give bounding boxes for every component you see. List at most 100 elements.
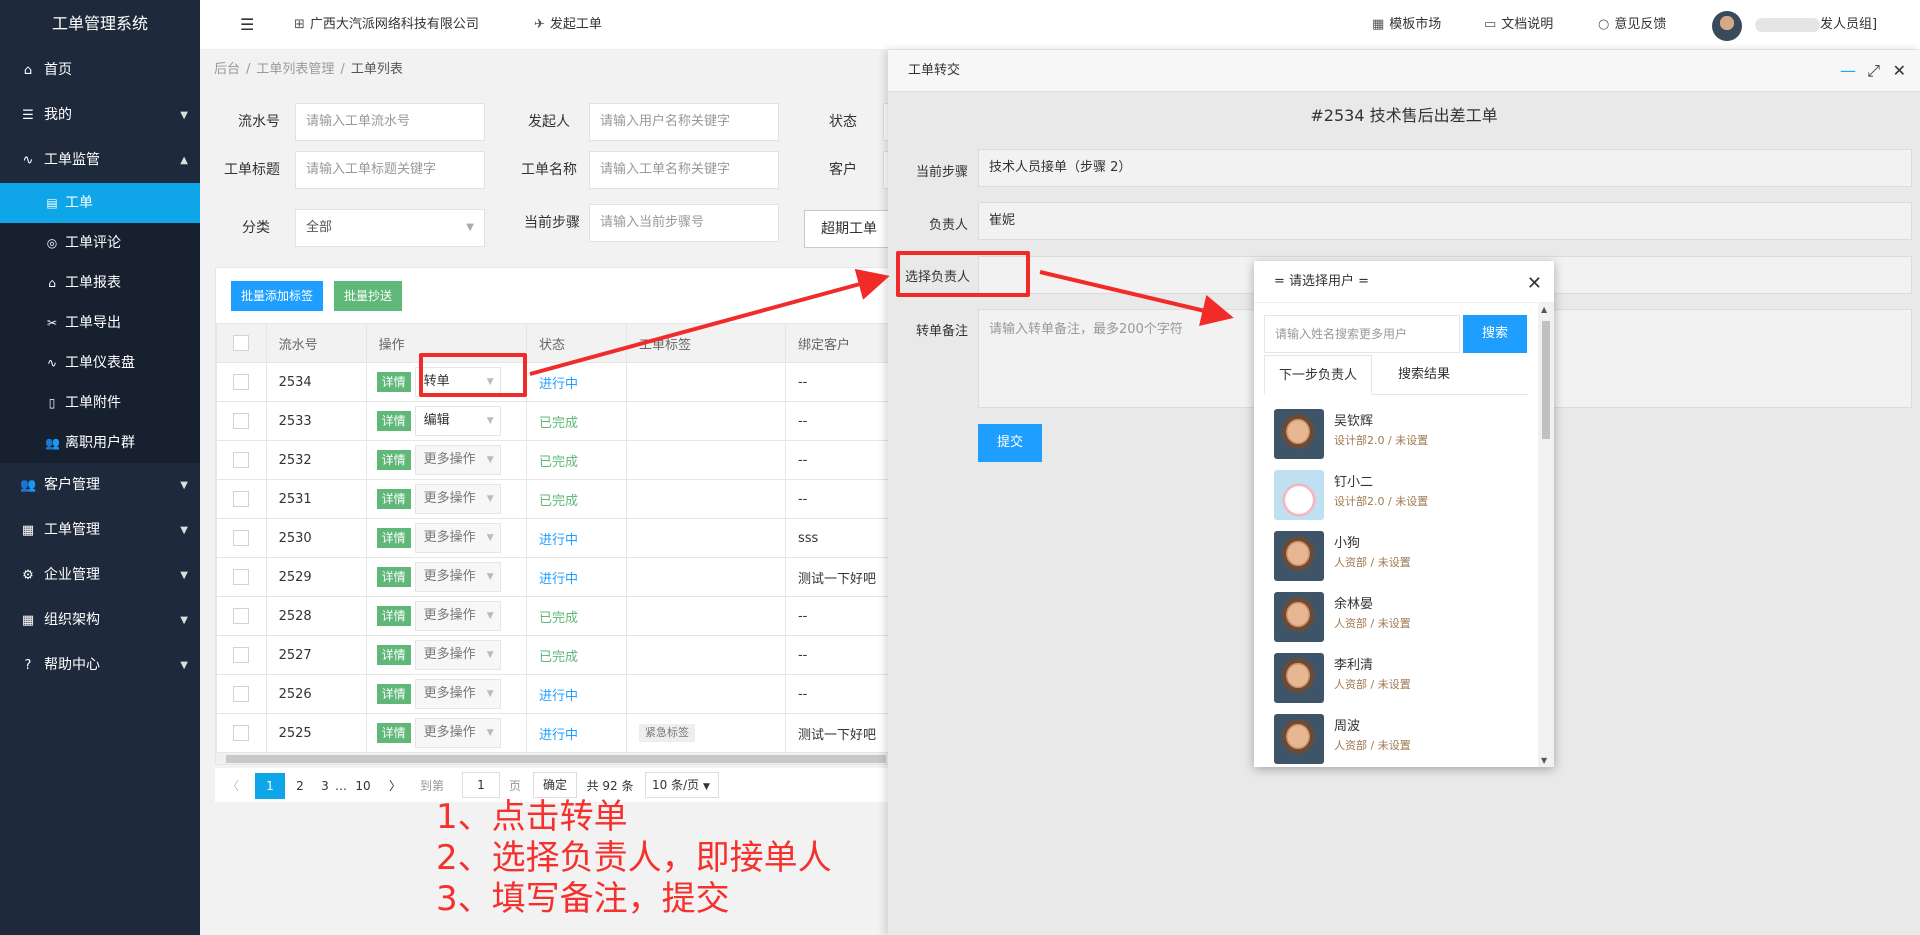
per-page-select[interactable]: 10 条/页 ▼ [645,772,719,798]
tab-search-results[interactable]: 搜索结果 [1384,355,1464,395]
sidebar-sub-export[interactable]: ✂ 工单导出 [0,303,200,343]
sidebar-sub-dashboard[interactable]: ∿ 工单仪表盘 [0,343,200,383]
batch-cc-button[interactable]: 批量抄送 [334,281,403,311]
detail-button[interactable]: 详情 [376,411,411,431]
operation-select[interactable]: 更多操作 ▼ [414,562,501,592]
page-2[interactable]: 2 [285,773,315,799]
user-search-button[interactable]: 搜索 [1463,315,1527,353]
company-switch[interactable]: ⊞ 广西大汽派网络科技有限公司 [294,0,479,50]
template-market-link[interactable]: ▦ 模板市场 [1372,0,1441,50]
detail-button[interactable]: 详情 [376,606,411,626]
menu-toggle-icon[interactable]: ☰ [240,0,254,50]
overdue-button[interactable]: 超期工单 [804,210,894,248]
sidebar-sub-ticket[interactable]: ▤ 工单 [0,183,200,223]
table-row[interactable]: 2527 详情 更多操作 ▼ 已完成 -- [216,635,889,675]
serial-input[interactable]: 请输入工单流水号 [295,103,485,141]
sidebar-item-help[interactable]: ? 帮助中心 ▼ [0,643,200,688]
row-checkbox[interactable] [216,557,267,597]
row-checkbox[interactable] [216,674,267,714]
scroll-down-icon[interactable]: ▼ [1541,756,1547,765]
operation-select[interactable]: 更多操作 ▼ [414,640,501,670]
row-checkbox[interactable] [216,713,267,753]
select-all-checkbox[interactable] [216,323,267,363]
user-list-item[interactable]: 李利清 人资部 / 未设置 [1254,645,1538,706]
sidebar-item-ticket-supervision[interactable]: ∿ 工单监管 ▲ [0,138,200,183]
maximize-icon[interactable]: ⤢ [1867,50,1880,92]
operation-select[interactable]: 更多操作 ▼ [414,679,501,709]
row-checkbox[interactable] [216,362,267,402]
sidebar-item-home[interactable]: ⌂ 首页 [0,48,200,93]
name-input[interactable]: 请输入工单名称关键字 [589,151,779,189]
user-list-item[interactable]: 周波 人资部 / 未设置 [1254,706,1538,767]
breadcrumb-item[interactable]: 工单列表管理 [256,62,334,77]
table-row[interactable]: 2534 详情 转单 ▼ 进行中 -- [216,362,889,402]
sidebar-item-enterprise[interactable]: ⚙ 企业管理 ▼ [0,553,200,598]
sidebar-sub-report[interactable]: ⌂ 工单报表 [0,263,200,303]
row-checkbox[interactable] [216,401,267,441]
goto-page-input[interactable]: 1 [462,772,500,798]
user-avatar[interactable] [1712,11,1742,41]
next-page-icon[interactable]: 〉 [385,773,405,799]
vertical-scrollbar[interactable]: ▲ ▼ [1538,303,1554,767]
row-checkbox[interactable] [216,518,267,558]
sidebar-sub-comments[interactable]: ◎ 工单评论 [0,223,200,263]
page-1[interactable]: 1 [255,773,285,799]
submit-button[interactable]: 提交 [978,424,1042,462]
sidebar-item-ticket-management[interactable]: ▦ 工单管理 ▼ [0,508,200,553]
prev-page-icon[interactable]: 〈 [223,773,243,799]
breadcrumb-item[interactable]: 后台 [214,62,240,77]
goto-confirm-button[interactable]: 确定 [533,772,577,798]
detail-button[interactable]: 详情 [376,489,411,509]
table-row[interactable]: 2533 详情 编辑 ▼ 已完成 -- [216,401,889,441]
operation-select[interactable]: 更多操作 ▼ [414,484,501,514]
user-list-item[interactable]: 钉小二 设计部2.0 / 未设置 [1254,462,1538,523]
user-list-item[interactable]: 小狗 人资部 / 未设置 [1254,523,1538,584]
feedback-link[interactable]: ○ 意见反馈 [1598,0,1666,50]
operation-select[interactable]: 更多操作 ▼ [414,601,501,631]
detail-button[interactable]: 详情 [376,372,411,392]
close-icon[interactable]: ✕ [1527,263,1542,305]
table-row[interactable]: 2525 详情 更多操作 ▼ 进行中 紧急标签 测试一下好吧 [216,713,889,753]
page-3[interactable]: 3 [315,773,335,799]
detail-button[interactable]: 详情 [376,567,411,587]
table-row[interactable]: 2526 详情 更多操作 ▼ 进行中 -- [216,674,889,714]
horizontal-scrollbar[interactable] [216,753,889,764]
docs-link[interactable]: ▭ 文档说明 [1484,0,1553,50]
detail-button[interactable]: 详情 [376,528,411,548]
operation-select[interactable]: 更多操作 ▼ [414,523,501,553]
table-row[interactable]: 2529 详情 更多操作 ▼ 进行中 测试一下好吧 [216,557,889,597]
operation-select[interactable]: 编辑 ▼ [414,406,501,436]
sidebar-item-org[interactable]: ▦ 组织架构 ▼ [0,598,200,643]
table-row[interactable]: 2528 详情 更多操作 ▼ 已完成 -- [216,596,889,636]
detail-button[interactable]: 详情 [376,645,411,665]
minimize-icon[interactable]: — [1840,50,1856,92]
sidebar-sub-attachments[interactable]: ▯ 工单附件 [0,383,200,423]
user-role[interactable]: 发人员组] [1820,0,1877,50]
detail-button[interactable]: 详情 [376,684,411,704]
step-input[interactable]: 请输入当前步骤号 [589,204,779,242]
table-row[interactable]: 2532 详情 更多操作 ▼ 已完成 -- [216,440,889,480]
user-search-input[interactable]: 请输入姓名搜索更多用户 [1264,315,1460,353]
sidebar-sub-resigned-users[interactable]: 👥 离职用户群 [0,423,200,463]
user-list-item[interactable]: 余林晏 人资部 / 未设置 [1254,584,1538,645]
scroll-up-icon[interactable]: ▲ [1541,305,1547,314]
table-row[interactable]: 2531 详情 更多操作 ▼ 已完成 -- [216,479,889,519]
detail-button[interactable]: 详情 [376,723,411,743]
operation-select[interactable]: 更多操作 ▼ [414,445,501,475]
create-ticket-link[interactable]: ✈ 发起工单 [534,0,602,50]
batch-add-tag-button[interactable]: 批量添加标签 [231,281,324,311]
initiator-input[interactable]: 请输入用户名称关键字 [589,103,779,141]
detail-button[interactable]: 详情 [376,450,411,470]
header-status[interactable]: 状态 [525,323,627,363]
tab-next-owner[interactable]: 下一步负责人 [1264,355,1373,395]
close-icon[interactable]: ✕ [1893,50,1906,92]
header-serial[interactable]: 流水号 [265,323,367,363]
row-checkbox[interactable] [216,596,267,636]
operation-select[interactable]: 更多操作 ▼ [414,718,501,748]
row-checkbox[interactable] [216,440,267,480]
row-checkbox[interactable] [216,479,267,519]
sidebar-item-customers[interactable]: 👥 客户管理 ▼ [0,463,200,508]
user-list-item[interactable]: 吴钦辉 设计部2.0 / 未设置 [1254,401,1538,462]
sidebar-item-mine[interactable]: ☰ 我的 ▼ [0,93,200,138]
title-input[interactable]: 请输入工单标题关键字 [295,151,485,189]
